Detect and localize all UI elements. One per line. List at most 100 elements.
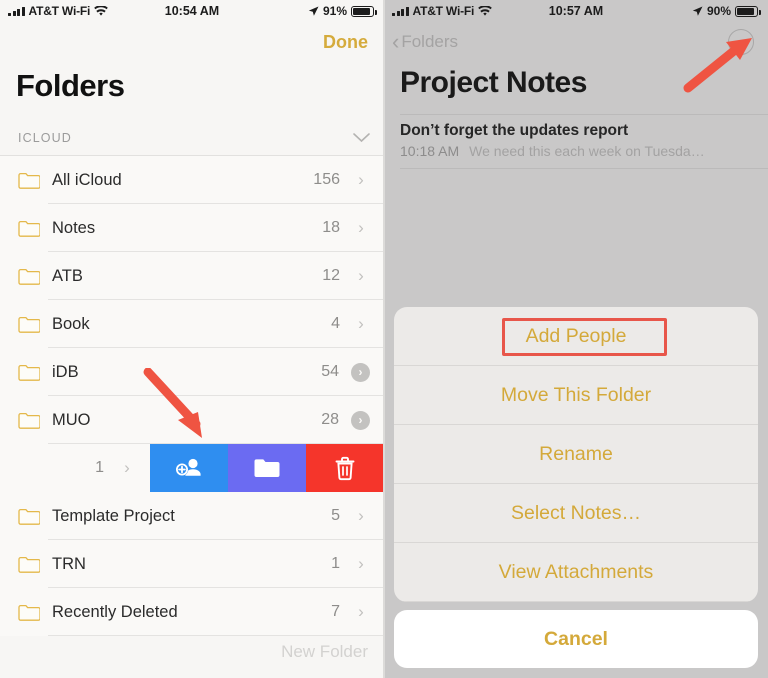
folder-count: 1 [95,459,104,476]
status-bar: AT&T Wi-Fi 10:57 AM 90% [384,0,768,22]
folder-name: iDB [52,362,79,381]
battery-percent-label: 91% [322,4,347,18]
folder-row-template-project[interactable]: Template Project 5 › [0,492,384,540]
battery-full-icon [351,5,377,17]
add-people-swipe-action[interactable] [150,444,228,492]
folder-count: 7 [331,603,340,620]
folder-row-muo[interactable]: MUO 28 › [0,396,384,444]
delete-folder-swipe-action[interactable] [306,444,384,492]
chevron-down-icon[interactable] [353,132,370,143]
folder-name: All iCloud [52,170,122,189]
swiped-row-meta: 1 › [0,458,150,478]
folder-count: 156 [313,171,340,188]
status-bar: AT&T Wi-Fi 10:54 AM 91% [0,0,384,22]
section-header-label: ICLOUD [18,130,72,145]
panel-divider [383,0,385,678]
folder-row-all-icloud[interactable]: All iCloud 156 › [0,156,384,204]
folder-icon [18,412,40,429]
more-options-button[interactable] [728,29,754,55]
note-preview: We need this each week on Tuesda… [469,143,705,159]
swipe-actions [150,444,384,492]
folder-name: MUO [52,410,91,429]
location-arrow-icon [692,6,703,16]
folder-icon [18,268,40,285]
chevron-right-icon: › [358,554,364,573]
chevron-right-icon: › [358,314,364,333]
action-sheet-item-view-attachments[interactable]: View Attachments [394,543,758,602]
chevron-right-icon: › [358,602,364,621]
status-bar-right: 91% [308,4,377,18]
status-bar-right: 90% [692,4,761,18]
wifi-icon [94,5,108,16]
annotation-highlight-box [502,318,667,356]
chevron-right-icon: › [358,506,364,525]
ellipsis-dot [739,40,743,44]
folder-row-trn[interactable]: TRN 1 › [0,540,384,588]
chevron-right-icon: › [358,170,364,189]
folder-row-book[interactable]: Book 4 › [0,300,384,348]
folder-row-recently-deleted[interactable]: Recently Deleted 7 › [0,588,384,636]
action-sheet-item-move-this-folder[interactable]: Move This Folder [394,366,758,425]
folder-count: 4 [331,315,340,332]
battery-percent-label: 90% [706,4,731,18]
folder-row-notes[interactable]: Notes 18 › [0,204,384,252]
person-add-icon [175,458,201,476]
action-sheet-item-rename[interactable]: Rename [394,425,758,484]
folder-icon [18,508,40,525]
page-title: Project Notes [400,66,587,99]
folder-name: TRN [52,554,86,573]
page-title: Folders [16,68,125,103]
chevron-right-icon: › [358,266,364,285]
note-title: Don’t forget the updates report [400,122,629,139]
nav-bar: Done [0,22,384,62]
folder-count: 12 [322,267,340,284]
folder-count: 54 [321,363,339,380]
move-folder-swipe-action[interactable] [228,444,306,492]
section-header-icloud[interactable]: ICLOUD [0,120,384,156]
action-sheet: Add People Move This Folder Rename Selec… [394,307,758,602]
folder-icon [254,459,280,477]
folder-name: Recently Deleted [52,602,178,621]
folder-name: Notes [52,218,96,237]
note-list-item[interactable]: Don’t forget the updates report 10:18 AM… [384,114,768,169]
chevron-right-circle-icon: › [351,410,370,430]
left-screen-folders-list: AT&T Wi-Fi 10:54 AM 91% Done Folders ICL… [0,0,384,678]
back-button[interactable]: ‹ Folders [392,31,458,53]
folder-count: 5 [331,507,340,524]
folder-name: ATB [52,266,83,285]
cancel-button[interactable]: Cancel [394,610,758,668]
folder-icon [18,220,40,237]
new-folder-button[interactable]: New Folder [281,642,368,662]
folder-row-atb[interactable]: ATB 12 › [0,252,384,300]
folder-icon [18,556,40,573]
wifi-icon [478,5,492,16]
folder-count: 28 [321,411,339,428]
folder-icon [18,364,40,381]
ellipsis-dot [745,40,748,44]
note-subtitle: 10:18 AM We need this each week on Tuesd… [400,143,752,159]
trash-icon [335,456,355,480]
location-arrow-icon [308,6,319,16]
status-bar-left: AT&T Wi-Fi [8,4,108,18]
screenshot-root: AT&T Wi-Fi 10:54 AM 91% Done Folders ICL… [0,0,768,678]
folder-icon [18,604,40,621]
chevron-right-icon: › [358,218,364,237]
action-sheet-item-select-notes[interactable]: Select Notes… [394,484,758,543]
chevron-right-circle-icon: › [351,362,370,382]
folder-icon [18,172,40,189]
right-screen-project-notes: AT&T Wi-Fi 10:57 AM 90% ‹ Folders Projec… [384,0,768,678]
chevron-left-icon: ‹ [392,29,400,54]
back-button-label: Folders [401,32,459,51]
folder-count: 1 [331,555,340,572]
battery-full-icon [735,5,761,17]
status-bar-left: AT&T Wi-Fi [392,4,492,18]
note-time: 10:18 AM [400,143,460,159]
chevron-right-icon: › [124,458,130,477]
folder-count: 18 [322,219,340,236]
done-button[interactable]: Done [323,32,368,53]
folder-row-idb[interactable]: iDB 54 › [0,348,384,396]
swiped-folder-row: 1 › [0,444,384,492]
signal-bars-icon [392,6,409,16]
folder-name: Book [52,314,90,333]
carrier-label: AT&T Wi-Fi [28,4,91,18]
